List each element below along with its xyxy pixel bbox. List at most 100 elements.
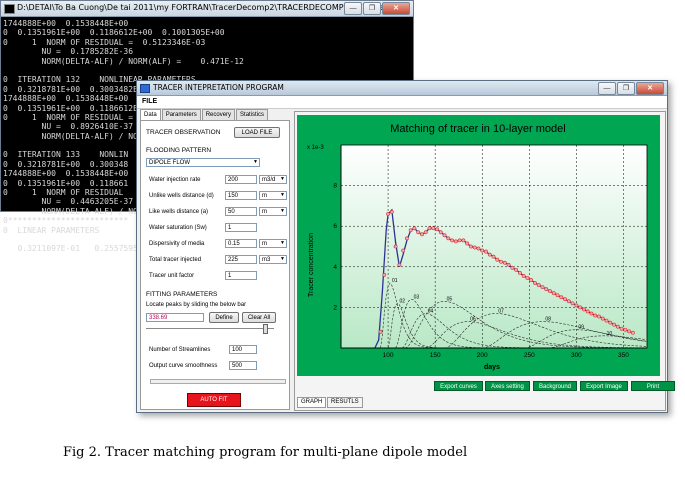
layer-label: 04 xyxy=(428,308,434,314)
clear-all-button[interactable]: Clear All xyxy=(242,312,276,323)
peak-slider-handle[interactable] xyxy=(263,324,268,334)
menu-file[interactable]: FILE xyxy=(142,98,157,105)
observed-point xyxy=(476,246,481,251)
observed-point xyxy=(536,283,541,287)
restore-icon[interactable]: ❐ xyxy=(363,2,381,15)
observed-point xyxy=(566,299,571,304)
water-saturation-input[interactable]: 1 xyxy=(225,223,257,232)
observed-point xyxy=(389,210,394,214)
observed-point xyxy=(472,245,477,250)
tracer-app-window[interactable]: TRACER INTEPRETATION PROGRAM — ❐ ✕ FILE … xyxy=(136,80,675,413)
field-label: Water injection rate xyxy=(149,177,201,183)
smoothness-slider[interactable] xyxy=(150,379,286,384)
observed-point xyxy=(431,226,436,231)
like-wells-distance-input[interactable]: 50 xyxy=(225,207,257,216)
dispersivity-input[interactable]: 0.15 xyxy=(225,239,257,248)
console-line: 1744888E+00 0.1538448E+00 xyxy=(3,19,129,28)
layer-label: 03 xyxy=(414,294,420,300)
observed-point xyxy=(442,233,447,238)
observed-point xyxy=(521,274,526,278)
layer-label: 01 xyxy=(392,278,398,284)
unit-select[interactable]: m ▼ xyxy=(259,207,287,216)
layer-label: 09 xyxy=(578,325,584,331)
observed-point xyxy=(450,238,455,243)
restore-icon[interactable]: ❐ xyxy=(617,82,635,95)
console-line: 0 0.1351961E+00 0.1186612E+00 0.1001305E… xyxy=(3,28,225,38)
fitting-parameters-label: FITTING PARAMETERS xyxy=(146,291,218,298)
observed-point xyxy=(405,236,409,241)
console-title-bar[interactable]: D:\DETAI\To Ba Cuong\De tai 2011\my FORT… xyxy=(1,1,413,17)
console-title: D:\DETAI\To Ba Cuong\De tai 2011\my FORT… xyxy=(17,3,394,12)
unit-value: m xyxy=(262,241,267,247)
observed-point xyxy=(506,262,511,267)
observed-point xyxy=(412,226,417,231)
observed-point xyxy=(435,227,439,232)
observed-point xyxy=(393,244,398,249)
export-curves-button[interactable]: Export curves xyxy=(434,381,483,391)
minimize-icon[interactable]: — xyxy=(344,2,362,15)
unit-select[interactable]: m ▼ xyxy=(259,239,287,248)
flooding-pattern-select[interactable]: DIPOLE FLOW ▼ xyxy=(146,158,260,167)
app-title-bar[interactable]: TRACER INTEPRETATION PROGRAM — ❐ ✕ xyxy=(137,81,667,96)
observed-point xyxy=(446,236,451,241)
chart-panel: x 1e-3 days Tracer concentration 100 150 2… xyxy=(297,115,660,376)
load-file-button[interactable]: LOAD FILE xyxy=(234,127,280,138)
print-button[interactable]: Print xyxy=(631,381,675,391)
observed-point xyxy=(612,322,616,327)
water-injection-rate-input[interactable]: 200 xyxy=(225,175,257,184)
tracer-unit-factor-input[interactable]: 1 xyxy=(225,271,257,280)
observed-point xyxy=(525,276,530,280)
close-icon[interactable]: ✕ xyxy=(382,2,410,15)
observed-point xyxy=(465,241,470,246)
unit-select[interactable]: m ▼ xyxy=(259,191,287,200)
total-tracer-input[interactable]: 225 xyxy=(225,255,257,264)
observed-point xyxy=(420,232,424,237)
chevron-down-icon: ▼ xyxy=(253,159,258,165)
left-panel: Data Parameters Recovery Statistics TRAC… xyxy=(140,109,290,410)
observed-point xyxy=(544,287,549,292)
unit-select[interactable]: m3 ▼ xyxy=(259,255,287,264)
smoothness-input[interactable]: 500 xyxy=(229,361,257,370)
unit-value: m3/d xyxy=(262,177,276,183)
tab-recovery[interactable]: Recovery xyxy=(201,109,236,120)
tab-parameters[interactable]: Parameters xyxy=(161,109,201,120)
field-label: Like wells distance (a) xyxy=(149,209,209,215)
data-tab-body: TRACER OBSERVATION LOAD FILE FLOODING PA… xyxy=(140,120,290,410)
console-app-icon xyxy=(4,4,15,14)
observed-point xyxy=(548,289,552,294)
observed-point xyxy=(533,281,537,285)
tab-statistics[interactable]: Statistics xyxy=(236,109,269,120)
field-label: Tracer unit factor xyxy=(149,273,195,279)
unit-select[interactable]: m3/d ▼ xyxy=(259,175,287,184)
tab-results[interactable]: RESUTLS xyxy=(327,397,363,408)
observed-point xyxy=(461,238,466,243)
field-label: Dispersivity of media xyxy=(149,241,205,247)
smoothness-label: Output curve smoothness xyxy=(149,363,218,369)
observed-point xyxy=(630,330,635,335)
export-image-button[interactable]: Export Image xyxy=(580,381,628,391)
observed-point xyxy=(495,257,500,262)
define-button[interactable]: Define xyxy=(209,312,239,323)
menu-bar: FILE xyxy=(137,96,667,109)
unlike-wells-distance-input[interactable]: 150 xyxy=(225,191,257,200)
auto-fit-button[interactable]: AUTO FIT xyxy=(187,393,241,407)
x-tick-label: 250 xyxy=(524,352,535,359)
y-multiplier-label: x 1e-3 xyxy=(307,145,324,151)
flooding-pattern-label: FLOODING PATTERN xyxy=(146,147,212,154)
close-icon[interactable]: ✕ xyxy=(636,82,664,95)
tracer-observation-label: TRACER OBSERVATION xyxy=(146,129,221,136)
unit-value: m xyxy=(262,209,267,215)
observed-point xyxy=(423,230,428,235)
axes-setting-button[interactable]: Axes setting xyxy=(485,381,530,391)
figure-caption: Fig 2. Tracer matching program for multi… xyxy=(63,445,468,460)
tab-graph[interactable]: GRAPH xyxy=(297,397,327,408)
peak-slider-track[interactable] xyxy=(146,328,274,329)
observed-point xyxy=(484,249,488,254)
minimize-icon[interactable]: — xyxy=(598,82,616,95)
peaks-input[interactable]: 338.69 xyxy=(146,313,204,322)
streamlines-input[interactable]: 100 xyxy=(229,345,257,354)
observed-point xyxy=(578,305,583,310)
observed-point xyxy=(551,291,556,296)
observed-point xyxy=(487,252,492,257)
background-button[interactable]: Background xyxy=(533,381,577,391)
